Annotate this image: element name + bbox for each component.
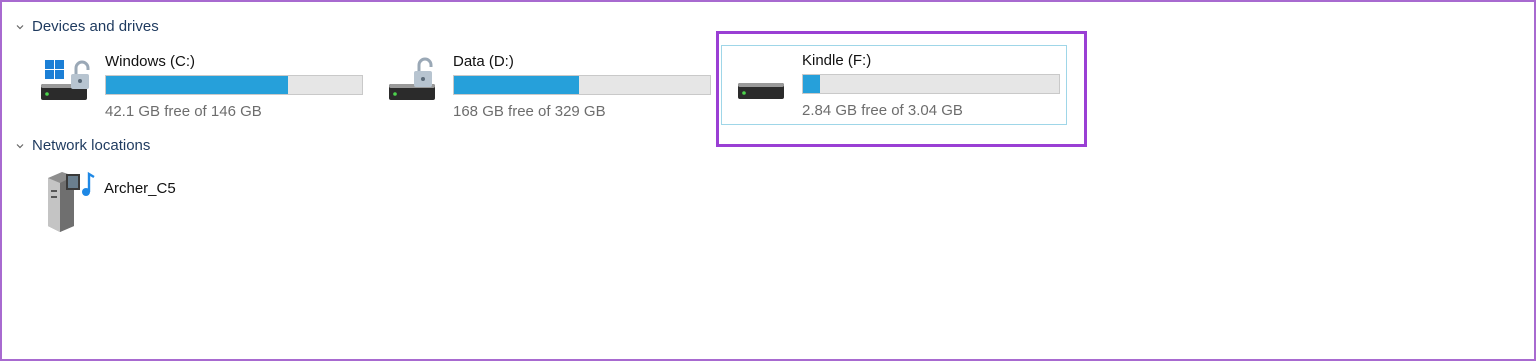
drive-free-space: 42.1 GB free of 146 GB (105, 103, 262, 120)
explorer-content-frame: Devices and drives Windows (C:) 42.1 GB … (0, 0, 1536, 361)
drive-usage-fill (106, 76, 289, 94)
drive-item-c[interactable]: Windows (C:) 42.1 GB free of 146 GB (24, 46, 370, 126)
drive-icon (738, 83, 784, 99)
drive-locked-icon (389, 57, 435, 100)
drive-usage-bar (802, 74, 1060, 94)
network-item-name: Archer_C5 (104, 180, 176, 197)
group-header-devices[interactable]: Devices and drives (16, 18, 159, 35)
chevron-down-icon (16, 143, 24, 148)
chevron-down-icon (16, 24, 24, 29)
drive-name: Data (D:) (453, 53, 514, 70)
drive-item-d[interactable]: Data (D:) 168 GB free of 329 GB (372, 46, 718, 126)
group-header-label: Devices and drives (32, 18, 159, 35)
drive-usage-fill (454, 76, 580, 94)
group-header-label: Network locations (32, 137, 151, 154)
drive-name: Kindle (F:) (802, 52, 872, 69)
windows-drive-locked-icon (41, 60, 90, 100)
drive-name: Windows (C:) (105, 53, 196, 70)
drive-usage-bar (453, 75, 711, 95)
group-header-network[interactable]: Network locations (16, 137, 150, 154)
drive-free-space: 168 GB free of 329 GB (453, 103, 606, 120)
drive-usage-fill (803, 75, 820, 93)
media-server-icon (48, 171, 95, 232)
drive-usage-bar (105, 75, 363, 95)
network-item-archer[interactable]: Archer_C5 (32, 166, 232, 238)
drive-item-f[interactable]: Kindle (F:) 2.84 GB free of 3.04 GB (721, 45, 1067, 125)
drive-free-space: 2.84 GB free of 3.04 GB (802, 102, 963, 119)
